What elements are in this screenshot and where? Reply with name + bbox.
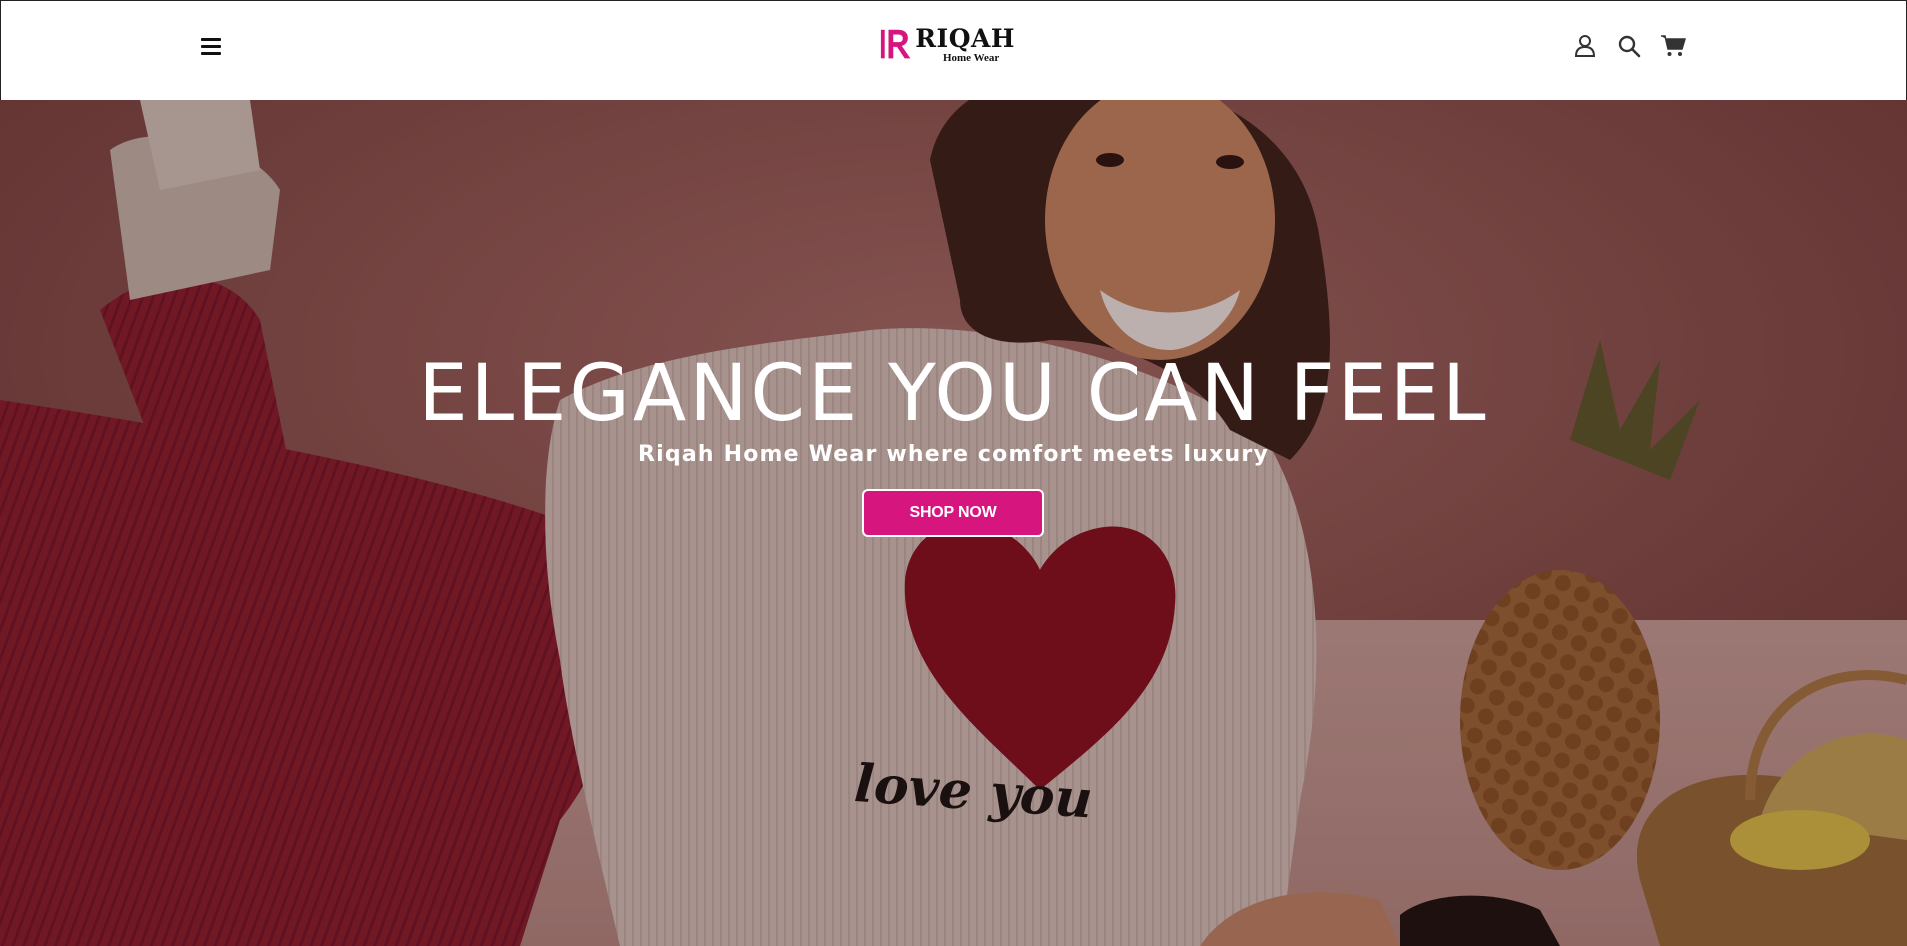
hero-banner: love you ELEGANCE YOU CAN FEEL Riqah Hom… bbox=[0, 100, 1907, 946]
cart-icon[interactable] bbox=[1660, 33, 1686, 59]
hero-subtitle: Riqah Home Wear where comfort meets luxu… bbox=[638, 442, 1269, 467]
brand-name: RIQAH bbox=[915, 24, 1015, 53]
shirt-print: love you bbox=[852, 753, 1094, 830]
menu-icon[interactable] bbox=[199, 35, 227, 59]
shop-now-button[interactable]: SHOP NOW bbox=[862, 489, 1044, 537]
shirt-text: love you bbox=[852, 753, 1094, 830]
logo-mark-icon bbox=[880, 29, 911, 59]
brand-subtitle: Home Wear bbox=[942, 52, 1000, 64]
hero-title: ELEGANCE YOU CAN FEEL bbox=[418, 349, 1489, 439]
search-icon[interactable] bbox=[1616, 33, 1642, 59]
site-header: RIQAH Home Wear bbox=[0, 0, 1907, 100]
brand-logo[interactable]: RIQAH Home Wear bbox=[879, 25, 1015, 71]
header-actions bbox=[1572, 33, 1686, 59]
user-icon[interactable] bbox=[1572, 33, 1598, 59]
